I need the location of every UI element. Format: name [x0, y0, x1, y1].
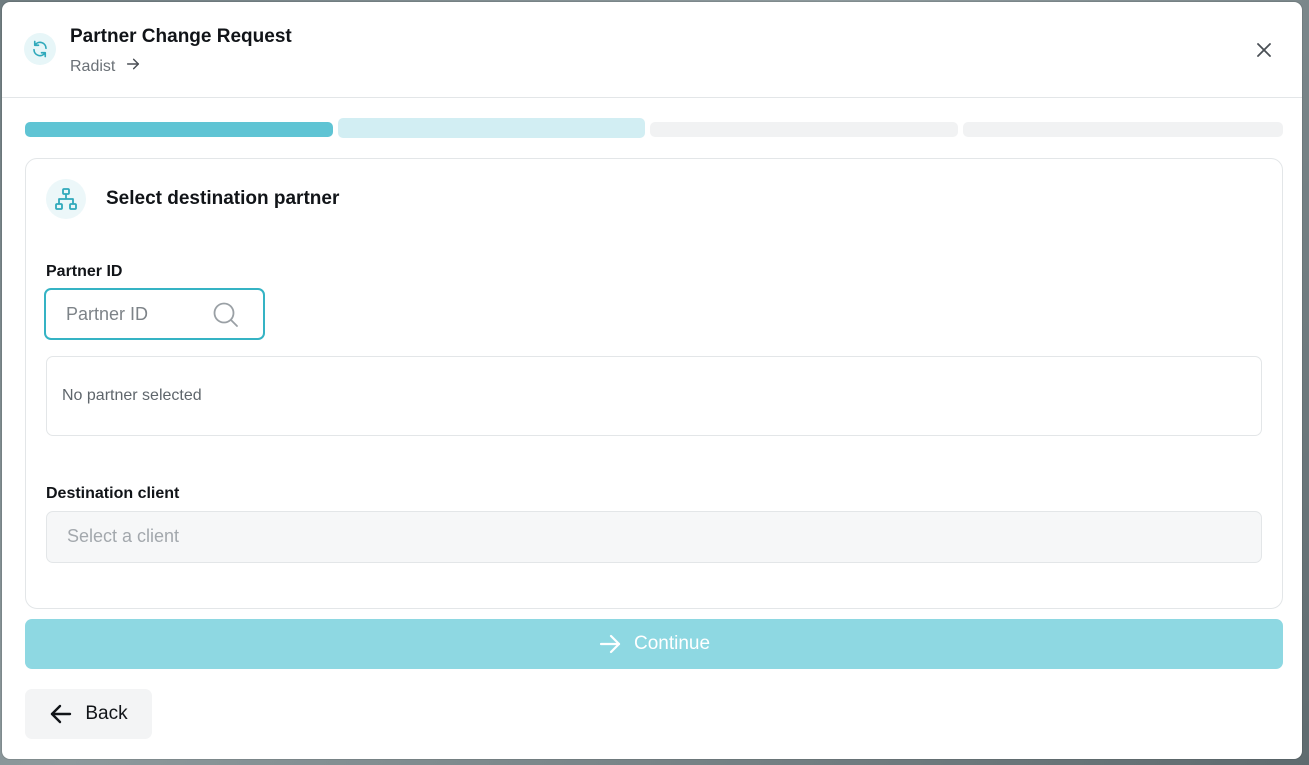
continue-label: Continue — [633, 633, 711, 654]
partner-id-search — [44, 288, 265, 340]
continue-button[interactable]: Continue — [25, 619, 1283, 669]
partner-id-label: Partner ID — [46, 263, 123, 280]
modal-subtitle: Radist — [70, 56, 141, 77]
back-button[interactable]: Back — [25, 689, 152, 739]
progress-step-2 — [338, 118, 645, 138]
destination-client-label: Destination client — [46, 485, 180, 502]
select-placeholder: Select a client — [67, 526, 180, 546]
progress-step-1 — [25, 122, 333, 137]
destination-client-select[interactable]: Select a client — [46, 511, 1262, 563]
subtitle-text: Radist — [70, 57, 116, 75]
search-icon[interactable] — [213, 302, 239, 328]
sitemap-icon — [46, 179, 86, 219]
empty-state-text: No partner selected — [62, 387, 202, 404]
arrow-right-icon — [599, 634, 621, 654]
destination-partner-card: Select destination partner Partner ID No… — [25, 158, 1283, 609]
modal-header: Partner Change Request Radist — [2, 2, 1302, 98]
progress-step-3 — [650, 122, 958, 137]
close-button[interactable] — [1254, 40, 1274, 60]
arrow-left-icon — [51, 704, 72, 724]
arrow-right-icon — [125, 56, 141, 77]
card-title: Select destination partner — [106, 188, 340, 209]
step-progress — [25, 118, 1283, 140]
close-icon — [1257, 43, 1271, 57]
refresh-icon — [24, 33, 56, 65]
partner-id-input[interactable] — [66, 300, 206, 328]
back-label: Back — [85, 703, 128, 724]
selected-partner-panel: No partner selected — [46, 356, 1262, 436]
modal-title: Partner Change Request — [70, 26, 292, 47]
progress-step-4 — [963, 122, 1283, 137]
partner-change-modal: Partner Change Request Radist Select des… — [2, 2, 1302, 759]
